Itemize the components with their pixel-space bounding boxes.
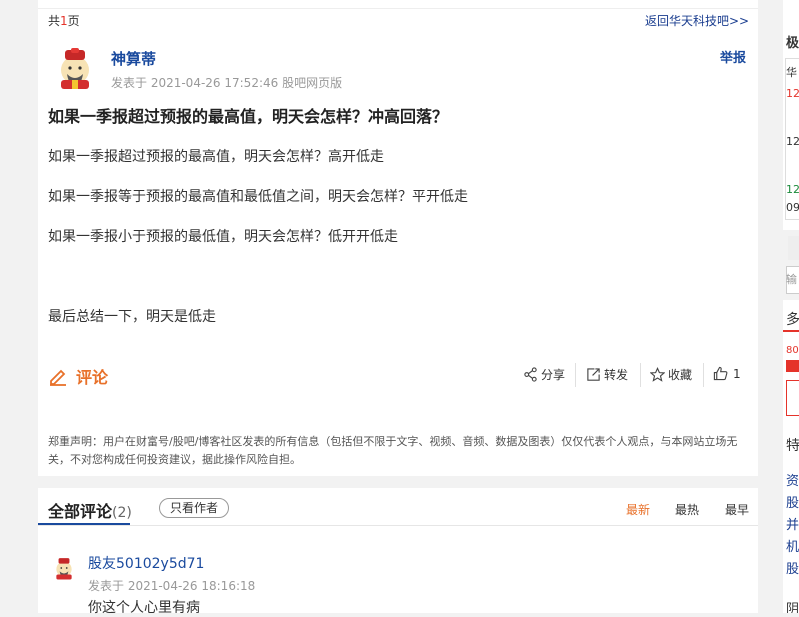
divider — [38, 525, 758, 526]
sort-earliest[interactable]: 最早 — [725, 501, 749, 518]
comment-username[interactable]: 股友50102y5d71 — [88, 553, 204, 573]
sidebar-text: 12 — [786, 135, 799, 148]
commenter-avatar[interactable] — [52, 556, 76, 580]
post-paragraph: 如果一季报等于预报的最高值和最低值之间，明天会怎样？平开低走 — [48, 189, 468, 205]
sidebar-text: 09 — [786, 201, 799, 214]
collect-button[interactable]: 收藏 — [650, 366, 692, 383]
sidebar-text: 阴 — [786, 602, 799, 613]
pencil-icon — [50, 369, 66, 386]
sidebar-link[interactable]: 并 — [786, 514, 799, 533]
sidebar-text: 特 — [786, 438, 799, 454]
sort-newest[interactable]: 最新 — [626, 501, 650, 518]
author-avatar[interactable] — [53, 46, 97, 90]
star-icon — [650, 367, 665, 382]
post-paragraph: 如果一季报小于预报的最低值，明天会怎样？低开开低走 — [48, 229, 398, 245]
forward-button[interactable]: 转发 — [586, 366, 628, 383]
sidebar-bar — [786, 360, 799, 372]
disclaimer-text: 郑重声明：用户在财富号/股吧/博客社区发表的所有信息（包括但不限于文字、视频、音… — [48, 435, 738, 466]
sidebar-link[interactable]: 机 — [786, 536, 799, 555]
divider — [703, 363, 704, 387]
sidebar-block — [788, 236, 799, 260]
divider — [575, 363, 576, 387]
share-label: 分享 — [541, 368, 566, 382]
comments-title: 全部评论 — [48, 502, 113, 521]
post-title: 如果一季报超过预报的最高值，明天会怎样？冲高回落？ — [48, 107, 449, 126]
collect-label: 收藏 — [668, 368, 693, 382]
report-button[interactable]: 举报 — [720, 47, 746, 66]
divider — [38, 0, 758, 9]
share-button[interactable]: 分享 — [523, 366, 565, 383]
sidebar-text: 输 — [786, 273, 797, 286]
post-paragraph: 如果一季报超过预报的最高值，明天会怎样？高开低走 — [48, 149, 384, 165]
back-to-bar-link[interactable]: 返回华天科技吧>> — [645, 12, 749, 29]
sidebar-text: 华 — [786, 66, 797, 79]
forward-icon — [587, 368, 600, 381]
like-count: 1 — [733, 366, 741, 381]
like-button[interactable]: 1 — [713, 366, 741, 381]
sidebar-text: 多 — [786, 312, 799, 328]
sidebar-text: 80 — [786, 345, 799, 356]
comment-label: 评论 — [76, 368, 109, 387]
thumbs-up-icon — [713, 366, 728, 381]
sidebar-link[interactable]: 股 — [786, 558, 799, 577]
comment-time: 发表于 2021-04-26 18:16:18 — [88, 579, 256, 593]
post-paragraph: 最后总结一下，明天是低走 — [48, 309, 216, 325]
forward-label: 转发 — [604, 368, 629, 382]
sidebar-indicator — [783, 330, 799, 332]
right-sidebar: 极 华 12 12 12 09 输 多 80 特 资 股 并 机 股 阴 — [783, 0, 799, 613]
comments-heading: 全部评论(2) — [48, 498, 132, 522]
sidebar-link[interactable]: 股 — [786, 492, 799, 511]
page-number[interactable]: 1 — [60, 14, 68, 28]
sidebar-text: 12 — [786, 87, 799, 100]
author-name[interactable]: 神算蒂 — [111, 48, 156, 69]
sidebar-text: 12 — [786, 183, 799, 196]
post-meta: 发表于 2021-04-26 17:52:46 股吧网页版 — [111, 76, 343, 90]
comments-count: (2) — [112, 505, 132, 521]
sidebar-text: 极 — [786, 36, 799, 51]
comment-button[interactable]: 评论 — [48, 364, 108, 388]
pagination: 共1页 — [48, 12, 80, 29]
sidebar-box — [786, 380, 799, 416]
pagination-prefix: 共 — [48, 14, 61, 28]
pagination-suffix: 页 — [67, 14, 80, 28]
fortune-god-avatar-icon — [56, 558, 72, 580]
author-only-button[interactable]: 只看作者 — [159, 498, 229, 518]
sidebar-link[interactable]: 资 — [786, 470, 799, 489]
comment-text: 你这个人心里有病 — [88, 600, 200, 616]
fortune-god-avatar-icon — [61, 48, 89, 89]
share-icon — [524, 367, 537, 382]
divider — [640, 363, 641, 387]
sort-hottest[interactable]: 最热 — [675, 501, 699, 518]
